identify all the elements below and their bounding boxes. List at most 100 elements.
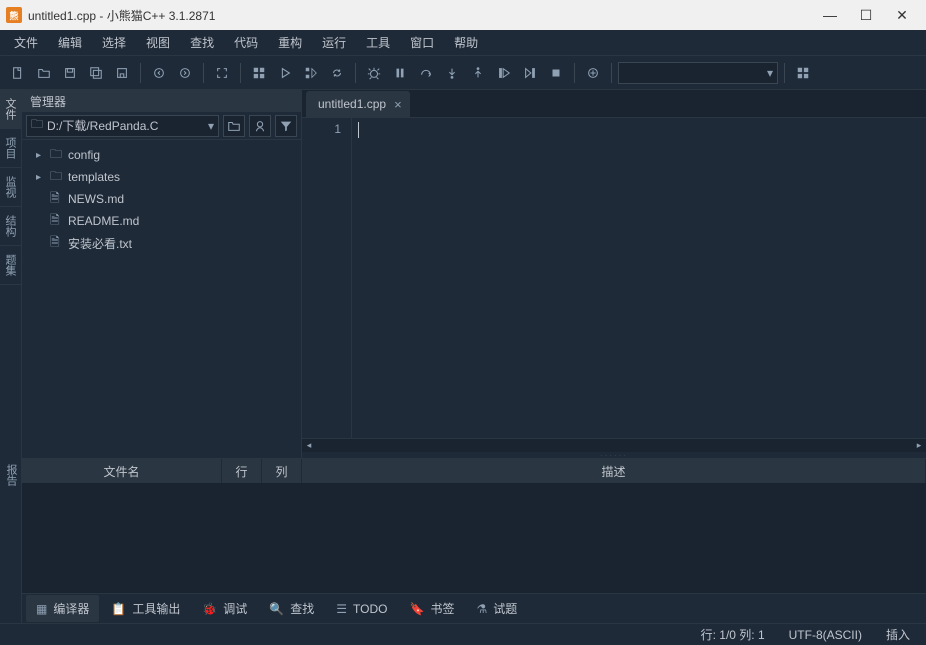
step-into-icon[interactable] (440, 61, 464, 85)
btab-compiler[interactable]: ▦ 编译器 (26, 595, 99, 622)
close-icon[interactable]: × (394, 97, 402, 112)
menu-find[interactable]: 查找 (180, 30, 224, 55)
text-cursor (358, 122, 359, 138)
tree-label: 安装必看.txt (68, 235, 132, 252)
fullscreen-icon[interactable] (210, 61, 234, 85)
menu-run[interactable]: 运行 (312, 30, 356, 55)
file-icon: 🗎 (50, 189, 64, 210)
code-content[interactable] (352, 118, 926, 438)
tree-folder[interactable]: ▸🗀templates (22, 166, 301, 188)
vtab-structure[interactable]: 结构 (0, 207, 21, 246)
statusbar: 行: 1/0 列: 1 UTF-8(ASCII) 插入 (0, 623, 926, 645)
path-row: 🗀 D:/下载/RedPanda.C ▾ (22, 112, 301, 140)
run-to-cursor-icon[interactable] (518, 61, 542, 85)
status-mode: 插入 (886, 626, 910, 643)
tree-file[interactable]: 🗎README.md (22, 210, 301, 232)
btab-label: 调试 (223, 600, 247, 617)
filter-button[interactable] (275, 115, 297, 137)
minimize-button[interactable]: — (812, 0, 848, 30)
path-combo[interactable]: 🗀 D:/下载/RedPanda.C ▾ (26, 115, 219, 137)
compile-icon[interactable] (247, 61, 271, 85)
grid-icon: ▦ (36, 602, 47, 616)
debug-icon[interactable] (362, 61, 386, 85)
menu-edit[interactable]: 编辑 (48, 30, 92, 55)
maximize-button[interactable]: ☐ (848, 0, 884, 30)
locate-button[interactable] (249, 115, 271, 137)
sidebar: 管理器 🗀 D:/下载/RedPanda.C ▾ ▸🗀config ▸🗀temp… (22, 90, 302, 458)
toolbar: ▾ (0, 56, 926, 90)
file-tree: ▸🗀config ▸🗀templates 🗎 NEWS.md 🗎README.md… (22, 140, 301, 458)
menu-refactor[interactable]: 重构 (268, 30, 312, 55)
folder-icon: 🗀 (31, 115, 43, 136)
btab-debug[interactable]: 🐞调试 (192, 595, 257, 622)
pause-icon[interactable] (388, 61, 412, 85)
folder-icon: 🗀 (50, 145, 64, 166)
menu-window[interactable]: 窗口 (400, 30, 444, 55)
vtab-project[interactable]: 项目 (0, 129, 21, 168)
col-col[interactable]: 列 (262, 459, 302, 483)
add-breakpoint-icon[interactable] (581, 61, 605, 85)
chevron-down-icon: ▾ (208, 119, 214, 133)
vtab-problems[interactable]: 题集 (0, 246, 21, 285)
new-file-icon[interactable] (6, 61, 30, 85)
scroll-left-icon[interactable]: ◂ (302, 439, 316, 452)
step-out-icon[interactable] (466, 61, 490, 85)
save-all-icon[interactable] (84, 61, 108, 85)
compile-run-icon[interactable] (299, 61, 323, 85)
col-line[interactable]: 行 (222, 459, 262, 483)
folder-icon: 🗀 (50, 167, 64, 188)
btab-find[interactable]: 🔍查找 (259, 595, 324, 622)
btab-label: 编译器 (53, 600, 89, 617)
forward-icon[interactable] (173, 61, 197, 85)
editor-tab[interactable]: untitled1.cpp × (306, 91, 410, 117)
open-folder-button[interactable] (223, 115, 245, 137)
col-filename[interactable]: 文件名 (22, 459, 222, 483)
menu-file[interactable]: 文件 (4, 30, 48, 55)
vtab-report[interactable]: 报告 (0, 458, 22, 492)
rebuild-icon[interactable] (325, 61, 349, 85)
menu-help[interactable]: 帮助 (444, 30, 488, 55)
issues-header: 文件名 行 列 描述 (22, 459, 926, 483)
editor-hscroll[interactable]: ◂ ▸ (302, 438, 926, 452)
bookmark-icon: 🔖 (409, 602, 424, 616)
back-icon[interactable] (147, 61, 171, 85)
editor-area: untitled1.cpp × 1 ◂ ▸ ······ (302, 90, 926, 458)
continue-icon[interactable] (492, 61, 516, 85)
stop-icon[interactable] (544, 61, 568, 85)
btab-label: TODO (353, 602, 387, 616)
scroll-right-icon[interactable]: ▸ (912, 439, 926, 452)
vtab-files[interactable]: 文件 (0, 90, 21, 129)
run-icon[interactable] (273, 61, 297, 85)
vtab-watch[interactable]: 监视 (0, 168, 21, 207)
tree-file[interactable]: 🗎 NEWS.md (22, 188, 301, 210)
col-desc[interactable]: 描述 (302, 459, 926, 483)
window-title: untitled1.cpp - 小熊猫C++ 3.1.2871 (28, 7, 812, 24)
menu-view[interactable]: 视图 (136, 30, 180, 55)
tree-file[interactable]: 🗎安装必看.txt (22, 232, 301, 254)
btab-tool-output[interactable]: 📋工具输出 (101, 595, 190, 622)
open-file-icon[interactable] (32, 61, 56, 85)
save-as-icon[interactable] (110, 61, 134, 85)
btab-problem[interactable]: ⚗试题 (466, 595, 527, 622)
btab-label: 工具输出 (132, 600, 180, 617)
compiler-combo[interactable]: ▾ (618, 62, 778, 84)
menu-select[interactable]: 选择 (92, 30, 136, 55)
btab-todo[interactable]: ☰TODO (326, 597, 397, 621)
code-editor[interactable]: 1 (302, 118, 926, 438)
save-icon[interactable] (58, 61, 82, 85)
menubar: 文件 编辑 选择 视图 查找 代码 重构 运行 工具 窗口 帮助 (0, 30, 926, 56)
close-button[interactable]: ✕ (884, 0, 920, 30)
tree-label: NEWS.md (68, 192, 124, 206)
status-position: 行: 1/0 列: 1 (701, 626, 765, 643)
menu-code[interactable]: 代码 (224, 30, 268, 55)
tab-label: untitled1.cpp (318, 97, 386, 111)
menu-tools[interactable]: 工具 (356, 30, 400, 55)
line-gutter: 1 (302, 118, 352, 438)
scroll-track[interactable] (316, 439, 912, 452)
btab-label: 书签 (430, 600, 454, 617)
side-vertical-tabs: 文件 项目 监视 结构 题集 (0, 90, 22, 458)
layout-icon[interactable] (791, 61, 815, 85)
tree-folder[interactable]: ▸🗀config (22, 144, 301, 166)
step-over-icon[interactable] (414, 61, 438, 85)
btab-bookmark[interactable]: 🔖 书签 (399, 595, 464, 622)
